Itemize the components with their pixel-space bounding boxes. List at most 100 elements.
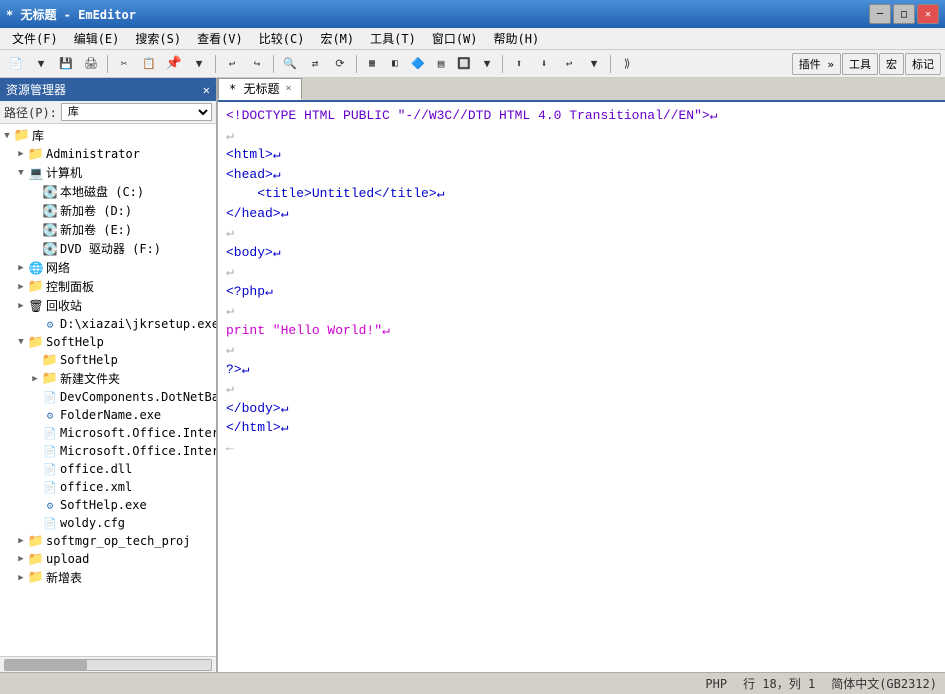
- code-line: ↵: [226, 262, 937, 282]
- menu-compare[interactable]: 比较(C): [251, 28, 313, 49]
- tree-item[interactable]: ▶📁新增表: [0, 568, 216, 587]
- close-button[interactable]: ✕: [917, 4, 939, 24]
- tree-item[interactable]: ⚙SoftHelp.exe: [0, 496, 216, 514]
- tree-item[interactable]: ▼📁SoftHelp: [0, 333, 216, 351]
- code-content: ↵: [226, 301, 234, 321]
- tb-btn4[interactable]: ▤: [430, 53, 452, 75]
- tb-btn9[interactable]: ↩: [557, 53, 581, 75]
- scroll-thumb[interactable]: [5, 660, 87, 670]
- tree-item-icon: 📁: [28, 146, 44, 162]
- tree-item[interactable]: ⚙FolderName.exe: [0, 406, 216, 424]
- toolbar: 📄 ▼ 💾 🖨 ✂ 📋 📌 ▼ ↩ ↪ 🔍 ⇄ ⟳ ▦ ◧ 🔷 ▤ 🔲 ▼ ⬆ …: [0, 50, 945, 78]
- code-editor[interactable]: <!DOCTYPE HTML PUBLIC "-//W3C//DTD HTML …: [218, 102, 945, 672]
- horizontal-scrollbar[interactable]: [0, 656, 216, 672]
- tree-item[interactable]: 📄office.dll: [0, 460, 216, 478]
- tb-btn2[interactable]: ◧: [384, 53, 406, 75]
- tb-macro-btn[interactable]: 宏: [879, 53, 904, 75]
- tree-item[interactable]: 📁SoftHelp: [0, 351, 216, 369]
- tb-btn5[interactable]: 🔲: [453, 53, 475, 75]
- tb-open-arrow[interactable]: ▼: [29, 53, 53, 75]
- minimize-button[interactable]: ─: [869, 4, 891, 24]
- tree-item[interactable]: ▶🌐网络: [0, 258, 216, 277]
- tree-item[interactable]: 📄office.xml: [0, 478, 216, 496]
- file-tree: ▼📁库▶📁Administrator▼💻计算机💽本地磁盘 (C:)💽新加卷 (D…: [0, 124, 216, 656]
- path-label: 路径(P):: [4, 104, 57, 121]
- tree-item-icon: 📄: [42, 479, 58, 495]
- tree-item[interactable]: ▶🗑回收站: [0, 296, 216, 315]
- tree-item[interactable]: ▼📁库: [0, 126, 216, 145]
- tree-item[interactable]: ▶📁upload: [0, 550, 216, 568]
- tb-plugins[interactable]: 插件 »: [792, 53, 841, 75]
- tree-item[interactable]: 💽DVD 驱动器 (F:): [0, 239, 216, 258]
- menu-file[interactable]: 文件(F): [4, 28, 66, 49]
- tb-tools-btn[interactable]: 工具: [842, 53, 878, 75]
- tree-item-label: D:\xiazai\jkrsetup.exe: [60, 317, 216, 331]
- code-line: <!DOCTYPE HTML PUBLIC "-//W3C//DTD HTML …: [226, 106, 937, 126]
- tree-item[interactable]: 📄Microsoft.Office.Interop.Exce: [0, 442, 216, 460]
- explorer-close-button[interactable]: ✕: [203, 83, 210, 97]
- menu-view[interactable]: 查看(V): [189, 28, 251, 49]
- menu-search[interactable]: 搜索(S): [127, 28, 189, 49]
- tb-btn1[interactable]: ▦: [361, 53, 383, 75]
- tb-find[interactable]: 🔍: [278, 53, 302, 75]
- scroll-track[interactable]: [4, 659, 212, 671]
- tab-untitled[interactable]: * 无标题 ×: [218, 78, 302, 100]
- tree-item[interactable]: 💽新加卷 (E:): [0, 220, 216, 239]
- tree-item[interactable]: ▼💻计算机: [0, 163, 216, 182]
- tree-item[interactable]: ▶📁新建文件夹: [0, 369, 216, 388]
- code-line: print "Hello World!"↵: [226, 321, 937, 341]
- tree-item-label: 控制面板: [46, 278, 94, 295]
- tree-item-label: softmgr_op_tech_proj: [46, 534, 191, 548]
- explorer-title: 资源管理器: [6, 81, 66, 98]
- code-line: <head>↵: [226, 165, 937, 185]
- tree-item[interactable]: 💽新加卷 (D:): [0, 201, 216, 220]
- tb-findnext[interactable]: ⟳: [328, 53, 352, 75]
- tb-copy[interactable]: 📋: [137, 53, 161, 75]
- tree-item-label: upload: [46, 552, 89, 566]
- tree-item-icon: 🌐: [28, 260, 44, 276]
- tb-mark-btn[interactable]: 标记: [905, 53, 941, 75]
- menu-help[interactable]: 帮助(H): [486, 28, 548, 49]
- tree-toggle-icon: [28, 498, 42, 512]
- tb-replace[interactable]: ⇄: [303, 53, 327, 75]
- tb-btn7[interactable]: ⬆: [507, 53, 531, 75]
- tree-item[interactable]: 📄Microsoft.Office.Interop.Exce: [0, 424, 216, 442]
- tb-btn6[interactable]: ▼: [476, 53, 498, 75]
- tb-btn11[interactable]: ⟫: [615, 53, 639, 75]
- tree-item-icon: 📁: [42, 352, 58, 368]
- tree-item-icon: ⚙: [42, 497, 58, 513]
- tb-print-prev[interactable]: 🖨: [79, 53, 103, 75]
- tree-item[interactable]: ⚙D:\xiazai\jkrsetup.exe: [0, 315, 216, 333]
- tb-btn10[interactable]: ▼: [582, 53, 606, 75]
- tb-new[interactable]: 📄: [4, 53, 28, 75]
- tb-paste[interactable]: 📌: [162, 53, 186, 75]
- code-line: ←: [226, 438, 937, 458]
- tree-toggle-icon: [28, 516, 42, 530]
- tb-btn3[interactable]: 🔷: [407, 53, 429, 75]
- tree-item[interactable]: 💽本地磁盘 (C:): [0, 182, 216, 201]
- tb-redo[interactable]: ↪: [245, 53, 269, 75]
- maximize-button[interactable]: □: [893, 4, 915, 24]
- menu-edit[interactable]: 编辑(E): [66, 28, 128, 49]
- window-title: * 无标题 - EmEditor: [6, 6, 136, 23]
- tree-item[interactable]: 📄woldy.cfg: [0, 514, 216, 532]
- code-content: <!DOCTYPE HTML PUBLIC "-//W3C//DTD HTML …: [226, 106, 718, 126]
- tb-paste-arrow[interactable]: ▼: [187, 53, 211, 75]
- tree-item[interactable]: 📄DevComponents.DotNetBar2.: [0, 388, 216, 406]
- tab-close-button[interactable]: ×: [285, 83, 291, 94]
- tb-cut[interactable]: ✂: [112, 53, 136, 75]
- tb-sep1: [107, 55, 108, 73]
- tb-undo[interactable]: ↩: [220, 53, 244, 75]
- tree-toggle-icon: ▶: [14, 261, 28, 275]
- tree-item[interactable]: ▶📁控制面板: [0, 277, 216, 296]
- tree-item[interactable]: ▶📁softmgr_op_tech_proj: [0, 532, 216, 550]
- tree-item[interactable]: ▶📁Administrator: [0, 145, 216, 163]
- path-dropdown[interactable]: 库: [61, 103, 212, 121]
- menu-macro[interactable]: 宏(M): [312, 28, 362, 49]
- code-content: ↵: [226, 262, 234, 282]
- menu-tools[interactable]: 工具(T): [362, 28, 424, 49]
- tb-btn8[interactable]: ⬇: [532, 53, 556, 75]
- menu-window[interactable]: 窗口(W): [424, 28, 486, 49]
- code-line: </body>↵: [226, 399, 937, 419]
- tb-save[interactable]: 💾: [54, 53, 78, 75]
